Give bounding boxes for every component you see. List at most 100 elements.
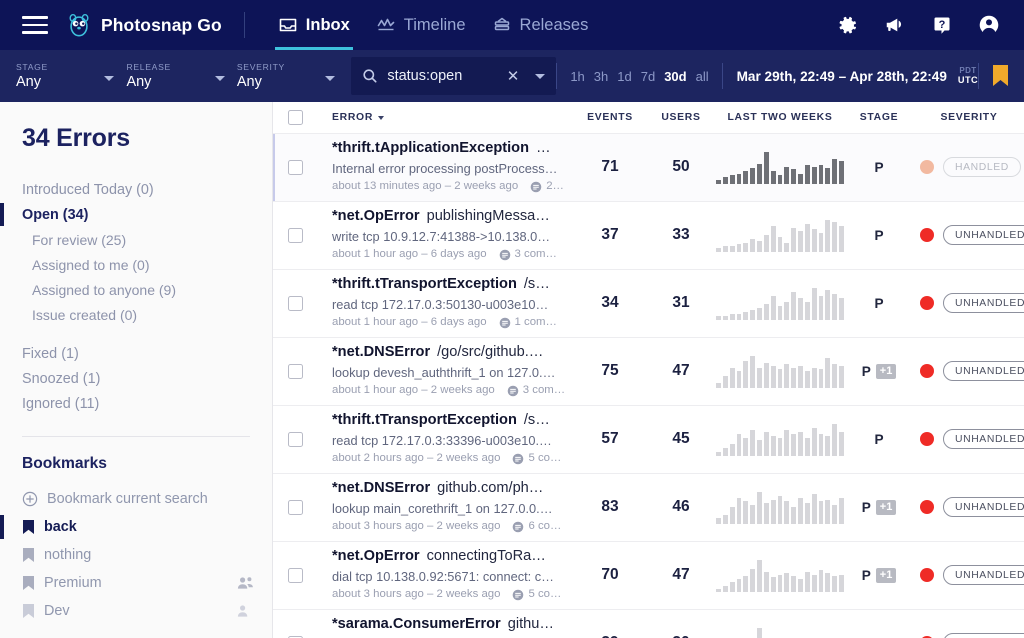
severity-cell: UNHANDLED [914,429,1024,449]
sidebar-item-assigned-to-me[interactable]: Assigned to me (0) [0,252,272,277]
megaphone-icon[interactable] [884,15,906,35]
error-class: *thrift.tTransportException [332,276,517,292]
row-checkbox[interactable] [288,568,303,583]
filter-stage[interactable]: STAGE Any [16,50,126,102]
search-dropdown-icon[interactable] [535,74,545,79]
sidebar-item-open[interactable]: Open (34) [0,202,272,227]
account-icon[interactable] [978,14,1000,36]
bookmark-current-search-button[interactable]: Bookmark current search [0,485,272,513]
sidebar-item-fixed[interactable]: Fixed (1) [0,341,272,366]
timezone-utc[interactable]: UTC [958,75,978,86]
svg-text:?: ? [939,19,946,31]
error-cell[interactable]: *sarama.ConsumerErrorgithu…kafka: error … [326,615,574,638]
users-count: 45 [646,430,716,448]
bookmark-item-dev[interactable]: Dev [0,597,272,625]
bookmark-icon [22,547,35,563]
help-icon[interactable]: ? [932,15,952,35]
filter-severity[interactable]: SEVERITY Any [237,50,347,102]
chevron-down-icon[interactable] [325,76,335,81]
sidebar-item-introduced-today[interactable]: Introduced Today (0) [0,177,272,202]
table-row[interactable]: *net.DNSErrorgithub.com/ph…lookup main_c… [273,474,1024,542]
column-header-severity[interactable]: SEVERITY [914,112,1024,123]
row-checkbox[interactable] [288,228,303,243]
table-row[interactable]: *sarama.ConsumerErrorgithu…kafka: error … [273,610,1024,638]
error-cell[interactable]: *thrift.tTransportException/s…read tcp 1… [326,411,574,468]
comment-count[interactable]: 3 com… [507,382,565,400]
table-row[interactable]: *net.OpErrorconnectingToRa…dial tcp 10.1… [273,542,1024,610]
column-header-sparkline[interactable]: LAST TWO WEEKS [716,112,844,123]
column-header-users[interactable]: USERS [646,112,716,123]
chevron-down-icon[interactable] [215,76,225,81]
comment-count[interactable]: 2… [530,178,564,196]
error-cell[interactable]: *net.OpErrorpublishingMessa…write tcp 10… [326,207,574,264]
status-badge[interactable]: UNHANDLED [943,225,1024,245]
row-checkbox[interactable] [288,160,303,175]
error-cell[interactable]: *thrift.tTransportException/s…read tcp 1… [326,275,574,332]
status-badge[interactable]: UNHANDLED [943,429,1024,449]
error-cell[interactable]: *thrift.tApplicationException…Internal e… [326,139,574,196]
row-checkbox[interactable] [288,500,303,515]
timezone-toggle[interactable]: PDT UTC [958,66,978,86]
table-row[interactable]: *thrift.tTransportException/s…read tcp 1… [273,270,1024,338]
table-row[interactable]: *thrift.tApplicationException…Internal e… [273,134,1024,202]
comment-count[interactable]: 1 com… [499,314,557,332]
brand[interactable]: Photosnap Go [66,12,222,38]
date-range[interactable]: Mar 29th, 22:49 – Apr 28th, 22:49 PDT UT… [723,50,978,102]
range-7d[interactable]: 7d [641,69,655,84]
filter-release[interactable]: RELEASE Any [126,50,236,102]
stage-extra-badge[interactable]: +1 [876,500,897,515]
status-badge[interactable]: UNHANDLED [943,565,1024,585]
select-all-checkbox[interactable] [288,110,303,125]
sidebar-item-for-review[interactable]: For review (25) [0,227,272,252]
comment-count[interactable]: 5 co… [512,450,561,468]
sidebar-item-issue-created[interactable]: Issue created (0) [0,302,272,327]
search-box[interactable]: status:open ✕ [351,57,556,95]
bookmark-search-button[interactable] [979,50,1010,102]
status-badge[interactable]: UNHANDLED [943,361,1024,381]
column-header-events[interactable]: EVENTS [574,112,646,123]
nav-item-timeline[interactable]: Timeline [363,0,479,50]
chevron-down-icon[interactable] [378,116,384,120]
error-cell[interactable]: *net.OpErrorconnectingToRa…dial tcp 10.1… [326,547,574,604]
range-1h[interactable]: 1h [570,69,584,84]
row-checkbox[interactable] [288,432,303,447]
table-row[interactable]: *thrift.tTransportException/s…read tcp 1… [273,406,1024,474]
error-cell[interactable]: *net.DNSError/go/src/github.…lookup deve… [326,343,574,400]
status-badge[interactable]: HANDLED [943,157,1021,177]
comment-count[interactable]: 5 co… [512,586,561,604]
range-30d[interactable]: 30d [664,69,686,84]
row-checkbox[interactable] [288,296,303,311]
comment-count[interactable]: 3 com… [499,246,557,264]
comment-count[interactable]: 6 co… [512,518,561,536]
sidebar-item-ignored[interactable]: Ignored (11) [0,391,272,416]
hamburger-icon[interactable] [22,16,48,34]
column-header-error[interactable]: ERROR [326,112,574,123]
status-badge[interactable]: UNHANDLED [943,293,1024,313]
stage-extra-badge[interactable]: +1 [876,568,897,583]
clear-search-icon[interactable]: ✕ [502,69,525,84]
table-row[interactable]: *net.DNSError/go/src/github.…lookup deve… [273,338,1024,406]
search-input[interactable]: status:open [387,68,492,84]
sparkline-chart [716,286,844,320]
sidebar-item-assigned-to-anyone[interactable]: Assigned to anyone (9) [0,277,272,302]
status-badge[interactable]: UNHANDLED [943,633,1024,638]
range-1d[interactable]: 1d [617,69,631,84]
range-all[interactable]: all [696,69,709,84]
chevron-down-icon[interactable] [104,76,114,81]
status-badge[interactable]: UNHANDLED [943,497,1024,517]
bookmark-item-nothing[interactable]: nothing [0,541,272,569]
bookmark-item-premium[interactable]: Premium [0,569,272,597]
sidebar-item-snoozed[interactable]: Snoozed (1) [0,366,272,391]
table-row[interactable]: *net.OpErrorpublishingMessa…write tcp 10… [273,202,1024,270]
nav-item-releases[interactable]: Releases [479,0,602,50]
gear-icon[interactable] [837,15,858,36]
error-meta: about 3 hours ago – 2 weeks ago5 co… [332,586,574,604]
nav-item-inbox[interactable]: Inbox [265,0,363,50]
error-cell[interactable]: *net.DNSErrorgithub.com/ph…lookup main_c… [326,479,574,536]
range-3h[interactable]: 3h [594,69,608,84]
row-checkbox[interactable] [288,364,303,379]
timezone-pdt[interactable]: PDT [959,66,976,75]
stage-extra-badge[interactable]: +1 [876,364,897,379]
column-header-stage[interactable]: STAGE [844,112,914,123]
bookmark-item-back[interactable]: back [0,513,272,541]
